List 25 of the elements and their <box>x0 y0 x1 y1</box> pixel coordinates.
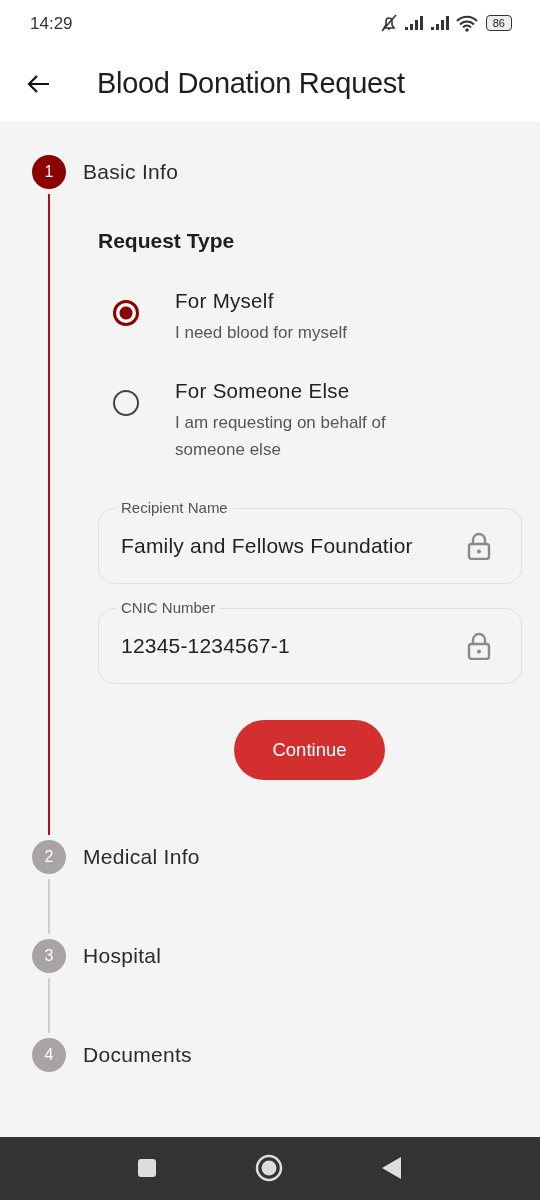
option-description: I am requesting on behalf of someone else <box>175 411 387 461</box>
continue-button[interactable]: Continue <box>234 719 385 780</box>
field-value: 12345-1234567-1 <box>121 632 291 659</box>
step-number[interactable]: 1 <box>32 154 66 189</box>
radio-button[interactable] <box>113 300 139 327</box>
step-label[interactable]: Medical Info <box>83 840 200 873</box>
step-label[interactable]: Hospital <box>83 939 162 972</box>
section-heading: Request Type <box>98 227 236 254</box>
screen-title: Blood Donation Request <box>97 65 405 101</box>
wifi-icon <box>455 14 478 32</box>
home-icon[interactable] <box>255 1154 283 1183</box>
back-nav-icon[interactable] <box>381 1156 403 1181</box>
step-label[interactable]: Documents <box>83 1038 192 1071</box>
option-title: For Someone Else <box>175 377 351 404</box>
recents-icon[interactable] <box>137 1158 157 1179</box>
signal-icon <box>403 15 426 32</box>
radio-button[interactable] <box>113 389 139 416</box>
signal-icon <box>429 15 452 32</box>
battery-indicator: 86 <box>485 15 512 32</box>
back-icon[interactable] <box>27 73 51 94</box>
option-title: For Myself <box>175 288 275 315</box>
step-label[interactable]: Basic Info <box>83 155 179 188</box>
option-description: I need blood for myself <box>175 321 348 344</box>
status-time: 14:29 <box>30 12 73 35</box>
field-value: Family and Fellows Foundatior <box>121 532 414 559</box>
